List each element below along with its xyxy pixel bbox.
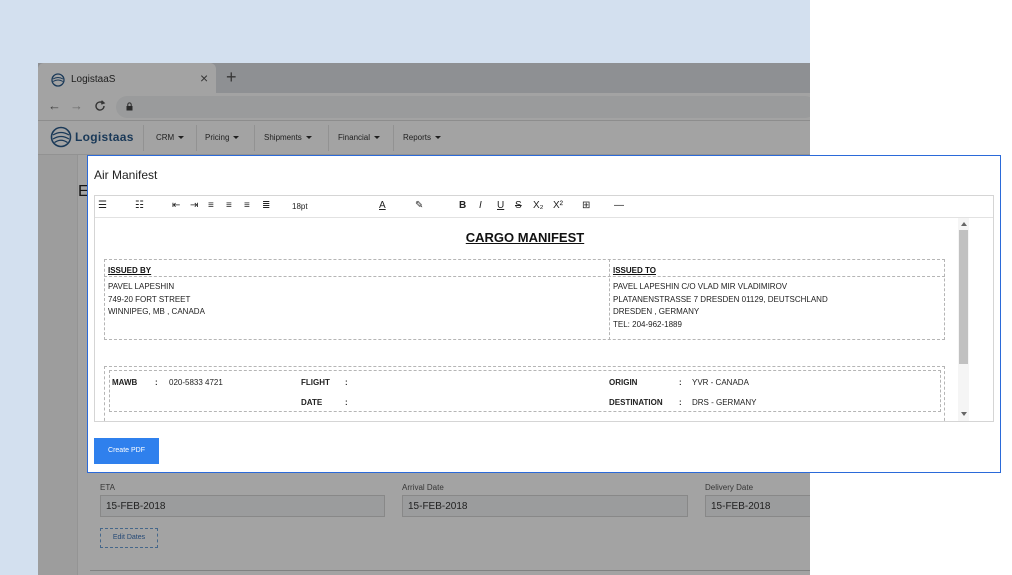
colon: :: [345, 398, 348, 407]
highlight-icon[interactable]: ✎: [415, 200, 423, 212]
editor-scrollbar[interactable]: [958, 218, 969, 421]
issued-to-address: PAVEL LAPESHIN C/O VLAD MIR VLADIMIROV P…: [613, 281, 828, 331]
superscript-icon[interactable]: X²: [553, 200, 563, 212]
colon: :: [155, 378, 158, 387]
align-left-icon[interactable]: ≡: [208, 200, 214, 212]
create-pdf-button[interactable]: Create PDF: [94, 438, 159, 464]
align-right-icon[interactable]: ≡: [244, 200, 250, 212]
colon: :: [679, 378, 682, 387]
editor-content[interactable]: CARGO MANIFEST ISSUED BY ISSUED TO PAVEL…: [95, 218, 979, 421]
mawb-value: 020-5833 4721: [169, 378, 223, 387]
table-divider: [609, 259, 610, 340]
date-label: DATE: [301, 398, 323, 407]
table-divider: [104, 276, 945, 277]
address-line: WINNIPEG, MB , CANADA: [108, 307, 205, 316]
subscript-icon[interactable]: X₂: [533, 200, 544, 212]
rich-text-editor: ☰ ☷ ⇤ ⇥ ≡ ≡ ≡ ≣ 18pt A ✎ B I U S X₂ X² ⊞…: [94, 195, 994, 422]
horizontal-rule-icon[interactable]: —: [614, 200, 624, 212]
address-line: PAVEL LAPESHIN: [108, 282, 175, 291]
font-color-icon[interactable]: A: [379, 200, 386, 212]
font-size-select[interactable]: 18pt: [292, 201, 308, 213]
screen: LogistaaS × + ← → Logistaas CRM Pricing …: [0, 0, 1012, 575]
mawb-label: MAWB: [112, 378, 138, 387]
strikethrough-icon[interactable]: S: [515, 200, 522, 212]
issued-by-address: PAVEL LAPESHIN 749-20 FORT STREET WINNIP…: [108, 281, 205, 319]
table-icon[interactable]: ⊞: [582, 200, 590, 212]
indent-icon[interactable]: ⇥: [190, 200, 198, 212]
document-title: CARGO MANIFEST: [465, 230, 585, 245]
address-line: DRESDEN , GERMANY: [613, 307, 700, 316]
bullet-list-icon[interactable]: ☰: [98, 200, 107, 212]
underline-icon[interactable]: U: [497, 200, 504, 212]
scrollbar-thumb[interactable]: [959, 230, 968, 364]
colon: :: [345, 378, 348, 387]
destination-label: DESTINATION: [609, 398, 663, 407]
align-center-icon[interactable]: ≡: [226, 200, 232, 212]
address-line: 749-20 FORT STREET: [108, 294, 191, 304]
air-manifest-modal: Air Manifest ☰ ☷ ⇤ ⇥ ≡ ≡ ≡ ≣ 18pt A ✎ B …: [87, 155, 1001, 473]
italic-icon[interactable]: I: [479, 200, 482, 212]
origin-label: ORIGIN: [609, 378, 638, 387]
colon: :: [679, 398, 682, 407]
address-line: PLATANENSTRASSE 7 DRESDEN 01129, DEUTSCH…: [613, 294, 828, 304]
align-justify-icon[interactable]: ≣: [262, 200, 270, 212]
origin-value: YVR - CANADA: [692, 378, 749, 387]
issued-by-label: ISSUED BY: [108, 266, 152, 275]
mawb-row: MAWB: [112, 378, 137, 387]
issued-to-label: ISSUED TO: [613, 266, 656, 275]
modal-title: Air Manifest: [94, 168, 158, 182]
editor-toolbar: ☰ ☷ ⇤ ⇥ ≡ ≡ ≡ ≣ 18pt A ✎ B I U S X₂ X² ⊞…: [95, 196, 993, 218]
numbered-list-icon[interactable]: ☷: [135, 200, 144, 212]
address-line: TEL: 204-962-1889: [613, 319, 682, 329]
outdent-icon[interactable]: ⇤: [172, 200, 180, 212]
scroll-down-icon[interactable]: [961, 412, 967, 416]
bold-icon[interactable]: B: [459, 200, 466, 212]
flight-inner-table: [109, 370, 941, 412]
scroll-up-icon[interactable]: [961, 222, 967, 226]
destination-value: DRS - GERMANY: [692, 398, 757, 407]
flight-label: FLIGHT: [301, 378, 330, 387]
address-line: PAVEL LAPESHIN C/O VLAD MIR VLADIMIROV: [613, 282, 788, 291]
